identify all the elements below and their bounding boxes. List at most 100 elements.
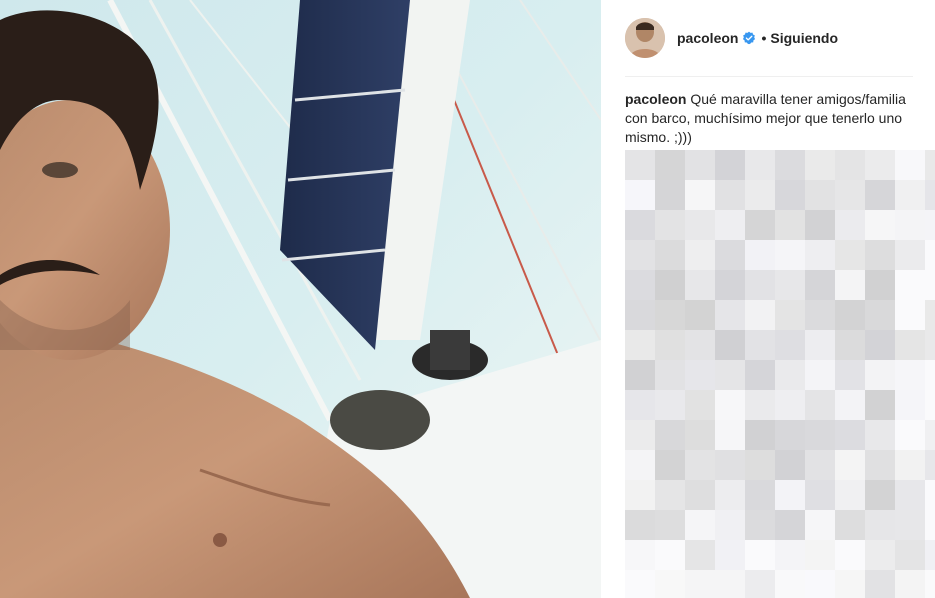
pixel-block — [745, 570, 775, 598]
pixel-block — [775, 210, 805, 240]
pixel-block — [715, 510, 745, 540]
pixel-block — [775, 360, 805, 390]
pixel-block — [625, 570, 655, 598]
pixel-block — [655, 360, 685, 390]
pixel-block — [775, 390, 805, 420]
pixel-block — [865, 330, 895, 360]
pixel-block — [925, 270, 935, 300]
pixel-block — [925, 240, 935, 270]
pixel-block — [925, 360, 935, 390]
pixel-block — [895, 330, 925, 360]
pixel-block — [835, 510, 865, 540]
pixel-block — [715, 180, 745, 210]
profile-avatar[interactable] — [625, 18, 665, 58]
pixel-block — [745, 480, 775, 510]
pixel-block — [685, 390, 715, 420]
pixel-block — [775, 420, 805, 450]
pixel-block — [805, 210, 835, 240]
pixel-row — [625, 540, 935, 570]
pixel-block — [745, 540, 775, 570]
pixel-block — [655, 450, 685, 480]
pixel-block — [865, 570, 895, 598]
pixel-block — [805, 510, 835, 540]
pixel-row — [625, 480, 935, 510]
pixel-row — [625, 570, 935, 598]
pixel-block — [625, 510, 655, 540]
pixel-block — [625, 330, 655, 360]
pixel-block — [835, 570, 865, 598]
pixel-block — [685, 510, 715, 540]
pixel-block — [685, 270, 715, 300]
post-header: pacoleon • Siguiendo — [625, 18, 913, 58]
pixel-block — [685, 540, 715, 570]
pixel-block — [835, 330, 865, 360]
pixel-block — [775, 150, 805, 180]
pixel-block — [745, 270, 775, 300]
pixel-block — [625, 210, 655, 240]
following-button[interactable]: Siguiendo — [770, 30, 838, 46]
pixel-row — [625, 270, 935, 300]
pixel-block — [745, 330, 775, 360]
pixel-block — [865, 420, 895, 450]
pixel-block — [715, 240, 745, 270]
pixel-block — [805, 540, 835, 570]
pixel-block — [895, 300, 925, 330]
pixel-row — [625, 390, 935, 420]
post-caption: pacoleon Qué maravilla tener amigos/fami… — [625, 90, 921, 147]
pixel-block — [745, 210, 775, 240]
pixel-block — [925, 420, 935, 450]
pixel-block — [625, 450, 655, 480]
pixel-block — [925, 510, 935, 540]
pixel-row — [625, 240, 935, 270]
pixel-block — [715, 450, 745, 480]
pixel-block — [745, 180, 775, 210]
pixel-row — [625, 510, 935, 540]
pixel-block — [925, 450, 935, 480]
pixel-block — [625, 180, 655, 210]
pixel-block — [655, 570, 685, 598]
blurred-comments-area — [625, 150, 935, 598]
avatar-image — [625, 18, 665, 58]
pixel-block — [925, 480, 935, 510]
pixel-block — [715, 480, 745, 510]
pixel-block — [655, 300, 685, 330]
pixel-block — [865, 210, 895, 240]
pixel-block — [865, 540, 895, 570]
pixel-block — [685, 150, 715, 180]
pixel-block — [655, 240, 685, 270]
pixel-row — [625, 330, 935, 360]
pixel-block — [895, 480, 925, 510]
pixel-block — [925, 570, 935, 598]
pixel-block — [865, 270, 895, 300]
pixel-block — [655, 150, 685, 180]
pixel-block — [895, 180, 925, 210]
pixel-block — [685, 210, 715, 240]
pixel-block — [835, 450, 865, 480]
pixel-block — [805, 570, 835, 598]
sailboat-selfie-image — [0, 0, 601, 598]
pixel-block — [925, 540, 935, 570]
pixel-block — [715, 210, 745, 240]
pixel-block — [835, 150, 865, 180]
pixel-block — [865, 150, 895, 180]
pixel-block — [805, 330, 835, 360]
pixel-block — [775, 270, 805, 300]
caption-username-link[interactable]: pacoleon — [625, 91, 686, 107]
pixel-block — [865, 480, 895, 510]
pixel-row — [625, 450, 935, 480]
pixel-block — [745, 450, 775, 480]
pixel-block — [835, 420, 865, 450]
pixel-block — [865, 390, 895, 420]
pixel-block — [655, 540, 685, 570]
pixel-block — [715, 540, 745, 570]
username-link[interactable]: pacoleon — [677, 30, 738, 46]
pixel-block — [805, 240, 835, 270]
instagram-post: pacoleon • Siguiendo pacoleon Qué maravi… — [0, 0, 935, 598]
post-photo[interactable] — [0, 0, 601, 598]
pixel-block — [775, 240, 805, 270]
pixel-block — [925, 330, 935, 360]
pixel-block — [715, 300, 745, 330]
pixel-block — [625, 540, 655, 570]
pixel-block — [835, 390, 865, 420]
pixel-block — [685, 450, 715, 480]
